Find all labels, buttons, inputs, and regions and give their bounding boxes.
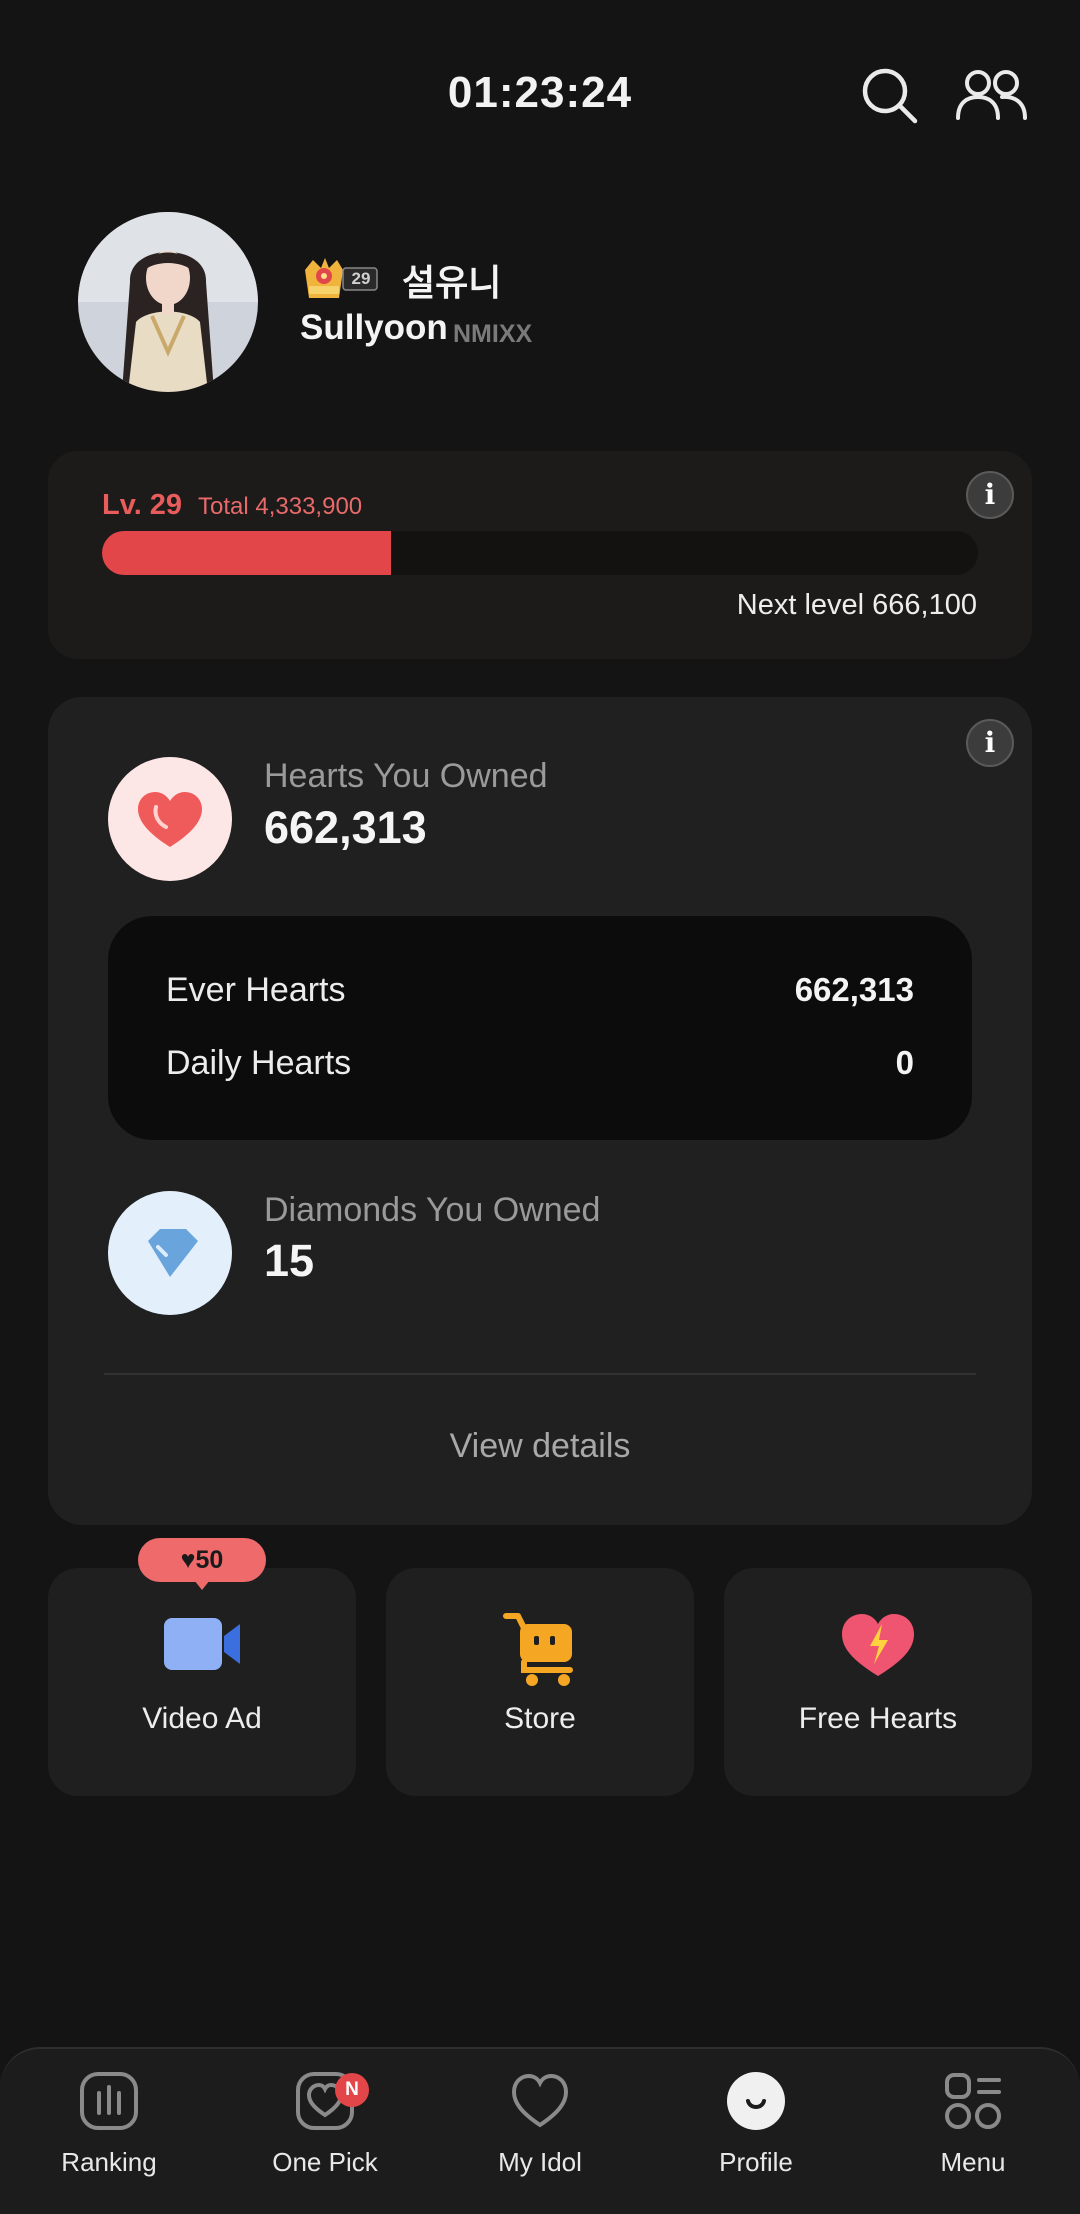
wallet-card: i Hearts You Owned 662,313 Ever Hearts 6… xyxy=(48,697,1032,1525)
level-badge: 29 xyxy=(303,256,379,300)
idol-korean-name: 설유니 xyxy=(402,262,502,303)
nav-my-idol[interactable]: My Idol xyxy=(450,2071,630,2201)
free-hearts-label: Free Hearts xyxy=(798,1702,958,1735)
daily-hearts-value: 0 xyxy=(895,1044,914,1081)
menu-grid-icon xyxy=(945,2073,1001,2129)
nav-ranking-label: Ranking xyxy=(61,2147,157,2177)
next-level-text: Next level 666,100 xyxy=(736,589,977,621)
level-badge-number: 29 xyxy=(351,269,371,288)
hearts-owned-value: 662,313 xyxy=(264,802,427,853)
hearts-breakdown: Ever Hearts 662,313 Daily Hearts 0 xyxy=(108,916,972,1140)
ever-hearts-value: 662,313 xyxy=(794,971,914,1008)
search-icon[interactable] xyxy=(860,66,920,131)
nav-ranking[interactable]: Ranking xyxy=(19,2071,199,2201)
friends-icon[interactable] xyxy=(955,66,1029,131)
wallet-divider xyxy=(104,1373,976,1375)
hearts-owned-label: Hearts You Owned xyxy=(264,757,548,795)
one-pick-new-badge: N xyxy=(335,2073,369,2107)
level-label: Lv. 29 xyxy=(102,489,183,521)
nav-one-pick-label: One Pick xyxy=(272,2147,378,2177)
video-ad-label: Video Ad xyxy=(142,1702,262,1735)
level-total: Total 4,333,900 xyxy=(198,493,363,520)
idol-group: NMIXX xyxy=(453,320,533,348)
nav-menu[interactable]: Menu xyxy=(883,2071,1063,2201)
idol-english-name: Sullyoon xyxy=(300,308,448,347)
video-ad-button[interactable]: Video Ad xyxy=(48,1568,356,1796)
store-label: Store xyxy=(504,1702,576,1735)
nav-menu-label: Menu xyxy=(940,2147,1006,2177)
level-progress-bar xyxy=(102,531,978,575)
nav-profile[interactable]: Profile xyxy=(666,2071,846,2201)
nav-profile-label: Profile xyxy=(719,2147,793,2177)
view-details-button[interactable]: View details xyxy=(48,1427,1032,1466)
heart-icon xyxy=(511,2073,569,2128)
free-hearts-button[interactable]: Free Hearts xyxy=(724,1568,1032,1796)
ever-hearts-label: Ever Hearts xyxy=(166,971,346,1009)
level-card: Lv. 29 Total 4,333,900 i Next level 666,… xyxy=(48,451,1032,659)
level-progress-fill xyxy=(102,531,392,575)
store-button[interactable]: Store xyxy=(386,1568,694,1796)
ranking-icon xyxy=(80,2072,138,2130)
heart-coin-icon xyxy=(108,757,232,881)
diamonds-owned-label: Diamonds You Owned xyxy=(264,1191,601,1229)
level-info-icon[interactable]: i xyxy=(966,471,1014,519)
diamonds-owned-value: 15 xyxy=(264,1235,315,1286)
bottom-nav: Ranking N One Pick My Idol Profile Menu xyxy=(0,2047,1080,2214)
avatar[interactable] xyxy=(78,212,258,392)
nav-one-pick[interactable]: N One Pick xyxy=(235,2071,415,2201)
daily-hearts-label: Daily Hearts xyxy=(166,1044,352,1082)
diamond-coin-icon xyxy=(108,1191,232,1315)
wallet-info-icon[interactable]: i xyxy=(966,719,1014,767)
video-ad-reward-badge: ♥50 xyxy=(138,1538,266,1590)
profile-smile-icon xyxy=(727,2072,785,2130)
top-bar: 01:23:24 xyxy=(0,0,1080,190)
nav-my-idol-label: My Idol xyxy=(498,2147,582,2177)
profile-screen: 01:23:24 29 설유니 Sullyoon NMIXX Lv. 29 To… xyxy=(0,0,1080,2214)
